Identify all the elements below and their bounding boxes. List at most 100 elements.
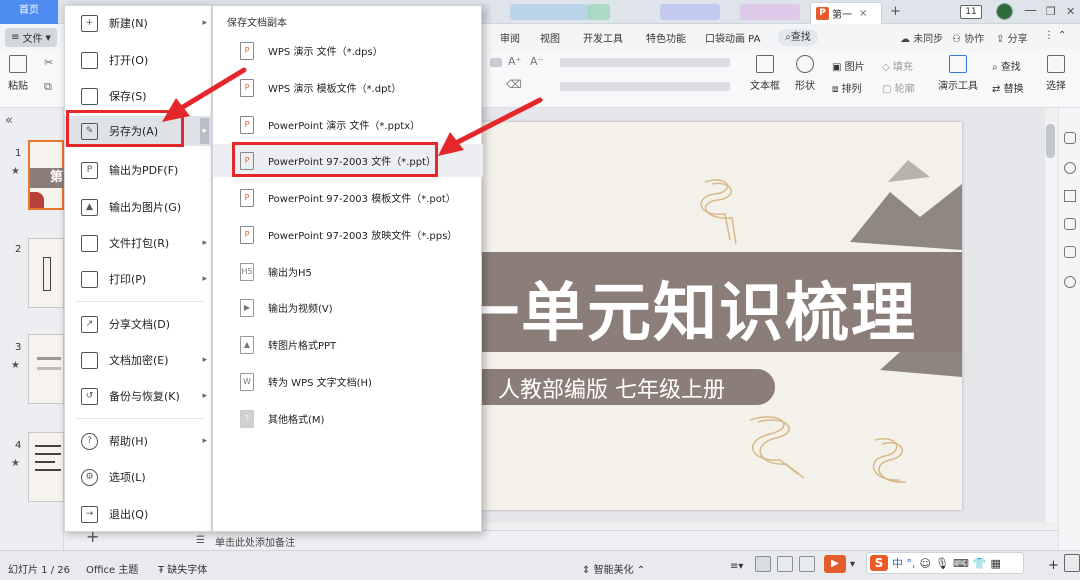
copy-icon[interactable]	[1064, 246, 1076, 258]
collaborate-button[interactable]: ⚇ 协作	[952, 30, 984, 45]
menu-item-export-pdf[interactable]: P 输出为PDF(F)	[65, 155, 213, 185]
slide-thumbnail-2[interactable]	[28, 238, 64, 308]
avatar[interactable]	[996, 3, 1013, 20]
notes-placeholder[interactable]: 单击此处添加备注	[215, 534, 295, 549]
minimize-button[interactable]: —	[1024, 0, 1037, 23]
slide-title[interactable]: 一单元知识梳理	[480, 262, 962, 354]
share-button[interactable]: ⇪ 分享	[996, 30, 1028, 45]
font-shrink-icon[interactable]: A⁻	[530, 55, 543, 68]
clear-format-icon[interactable]: ⌫	[506, 78, 522, 91]
menu-item-options[interactable]: ⚙ 选项(L)	[65, 462, 213, 492]
star-outline-icon[interactable]	[1064, 218, 1076, 230]
find-button[interactable]: ⌕ 查找	[992, 58, 1021, 73]
menu-item-save[interactable]: 保存(S)	[65, 81, 213, 111]
font-grow-icon[interactable]: A⁺	[508, 55, 521, 68]
emoji-icon[interactable]: ☺	[920, 557, 931, 570]
grid-view-icon[interactable]	[777, 556, 793, 572]
menu-item-help[interactable]: ? 帮助(H) ▸	[65, 426, 213, 456]
fill-button[interactable]: ◇ 填充	[882, 58, 913, 73]
panel-icon[interactable]	[1064, 132, 1076, 144]
tab-developer[interactable]: 开发工具	[583, 30, 623, 45]
skin-icon[interactable]: 👕	[973, 557, 987, 570]
reading-view-icon[interactable]	[799, 556, 815, 572]
select-button[interactable]: 选择	[1046, 55, 1066, 92]
convert-image-ppt[interactable]: ▲ 转图片格式PPT	[213, 328, 483, 361]
save-as-dpt[interactable]: P WPS 演示 模板文件（*.dpt）	[213, 71, 483, 104]
menu-item-exit[interactable]: → 退出(Q)	[65, 499, 213, 529]
export-video[interactable]: ▶ 输出为视频(V)	[213, 291, 483, 324]
theme-label[interactable]: Office 主题	[86, 561, 138, 576]
tab-pocket-animation[interactable]: 口袋动画 PA	[705, 30, 760, 45]
paragraph-tools-2[interactable]	[560, 82, 730, 91]
apps-grid-icon[interactable]: ▦	[991, 557, 1001, 570]
outline-button[interactable]: ▢ 轮廓	[882, 80, 915, 95]
tab-document[interactable]: P 第一 ×	[810, 2, 882, 24]
input-method-bar[interactable]: S 中 °, ☺ 🎙 ⌨ 👕 ▦	[866, 552, 1024, 574]
slide-thumbnail-4[interactable]	[28, 432, 64, 502]
microphone-icon[interactable]: 🎙	[935, 557, 949, 570]
chevron-right-icon: ▸	[202, 436, 207, 446]
convert-wps-writer[interactable]: W 转为 WPS 文字文档(H)	[213, 365, 483, 398]
paste-button[interactable]: 粘贴	[8, 55, 28, 92]
picture-button[interactable]: ▣ 图片	[832, 58, 865, 73]
menu-item-new[interactable]: + 新建(N) ▸	[65, 8, 213, 38]
slide-thumbnail-1[interactable]: 第	[28, 140, 64, 210]
textbox-button[interactable]: 文本框	[750, 55, 780, 92]
copy-icon[interactable]: ⧉	[44, 80, 52, 94]
save-as-pot[interactable]: P PowerPoint 97-2003 模板文件（*.pot）	[213, 181, 483, 214]
shape-button[interactable]: 形状	[795, 55, 815, 92]
dropdown-icon[interactable]: ▾	[850, 559, 855, 570]
replace-button[interactable]: ⇄ 替换	[992, 80, 1024, 95]
slideshow-play-button[interactable]: ▶	[824, 555, 846, 573]
maximize-button[interactable]: ❐	[1046, 0, 1056, 24]
slide-thumbnail-3[interactable]	[28, 334, 64, 404]
chevron-up-icon[interactable]: ⌃	[1058, 30, 1066, 41]
collapse-pane-icon[interactable]: «	[5, 113, 13, 128]
save-as-pps[interactable]: P PowerPoint 97-2003 放映文件（*.pps）	[213, 218, 483, 251]
menu-item-print[interactable]: 打印(P) ▸	[65, 264, 213, 294]
zoom-in-icon[interactable]: +	[1048, 558, 1059, 573]
fit-window-icon[interactable]	[1064, 554, 1080, 572]
notes-toggle-icon[interactable]: ≡▾	[730, 561, 743, 572]
close-window-button[interactable]: ✕	[1066, 0, 1075, 24]
export-h5[interactable]: H5 输出为H5	[213, 255, 483, 288]
sliders-icon[interactable]	[1064, 190, 1076, 202]
menu-item-open[interactable]: 打开(O)	[65, 45, 213, 75]
tab-view[interactable]: 视图	[540, 30, 560, 45]
arrange-button[interactable]: ⧈ 排列	[832, 80, 862, 95]
other-formats[interactable]: ? 其他格式(M)	[213, 402, 483, 435]
vertical-scrollbar[interactable]	[1046, 122, 1056, 522]
help-icon[interactable]	[1064, 276, 1076, 288]
ime-mode[interactable]: 中 °,	[892, 555, 916, 571]
slide-canvas[interactable]: 一单元知识梳理 人教部编版 七年级上册	[480, 122, 962, 510]
save-as-pptx[interactable]: P PowerPoint 演示 文件（*.pptx）	[213, 108, 483, 141]
new-tab-button[interactable]: +	[890, 0, 901, 24]
missing-font-indicator[interactable]: Ŧ 缺失字体	[158, 561, 207, 576]
thumbnail-text-line	[35, 469, 61, 471]
bulb-icon[interactable]	[1064, 162, 1076, 174]
tab-review[interactable]: 审阅	[500, 30, 520, 45]
close-icon[interactable]: ×	[859, 8, 867, 19]
tab-home[interactable]: 首页	[0, 0, 58, 24]
slide-subtitle[interactable]: 人教部编版 七年级上册	[498, 372, 725, 404]
sync-status[interactable]: ☁ 未同步	[900, 30, 943, 45]
tab-features[interactable]: 特色功能	[646, 30, 686, 45]
cut-icon[interactable]: ✂	[44, 56, 53, 69]
presentation-tools-button[interactable]: 演示工具	[938, 55, 978, 92]
font-size-dropdown[interactable]	[490, 58, 502, 67]
paragraph-tools[interactable]	[560, 58, 730, 67]
keyboard-icon[interactable]: ⌨	[953, 557, 969, 570]
menu-item-export-image[interactable]: ▲ 输出为图片(G)	[65, 192, 213, 222]
search-tab[interactable]: ⌕查找	[778, 29, 818, 46]
scrollbar-thumb[interactable]	[1046, 124, 1055, 158]
normal-view-icon[interactable]	[755, 556, 771, 572]
smart-beautify-button[interactable]: ⇕ 智能美化 ⌃	[582, 561, 645, 576]
menu-item-encrypt[interactable]: 文档加密(E) ▸	[65, 345, 213, 375]
save-as-dps[interactable]: P WPS 演示 文件（*.dps）	[213, 34, 483, 67]
menu-item-backup[interactable]: ↺ 备份与恢复(K) ▸	[65, 381, 213, 411]
file-menu-button[interactable]: ≡ 文件 ▼	[5, 28, 57, 47]
menu-item-package[interactable]: 文件打包(R) ▸	[65, 228, 213, 258]
page-count-badge[interactable]: 11	[960, 5, 982, 19]
more-icon[interactable]: ⋮	[1044, 30, 1054, 41]
menu-item-share[interactable]: ↗ 分享文档(D)	[65, 309, 213, 339]
